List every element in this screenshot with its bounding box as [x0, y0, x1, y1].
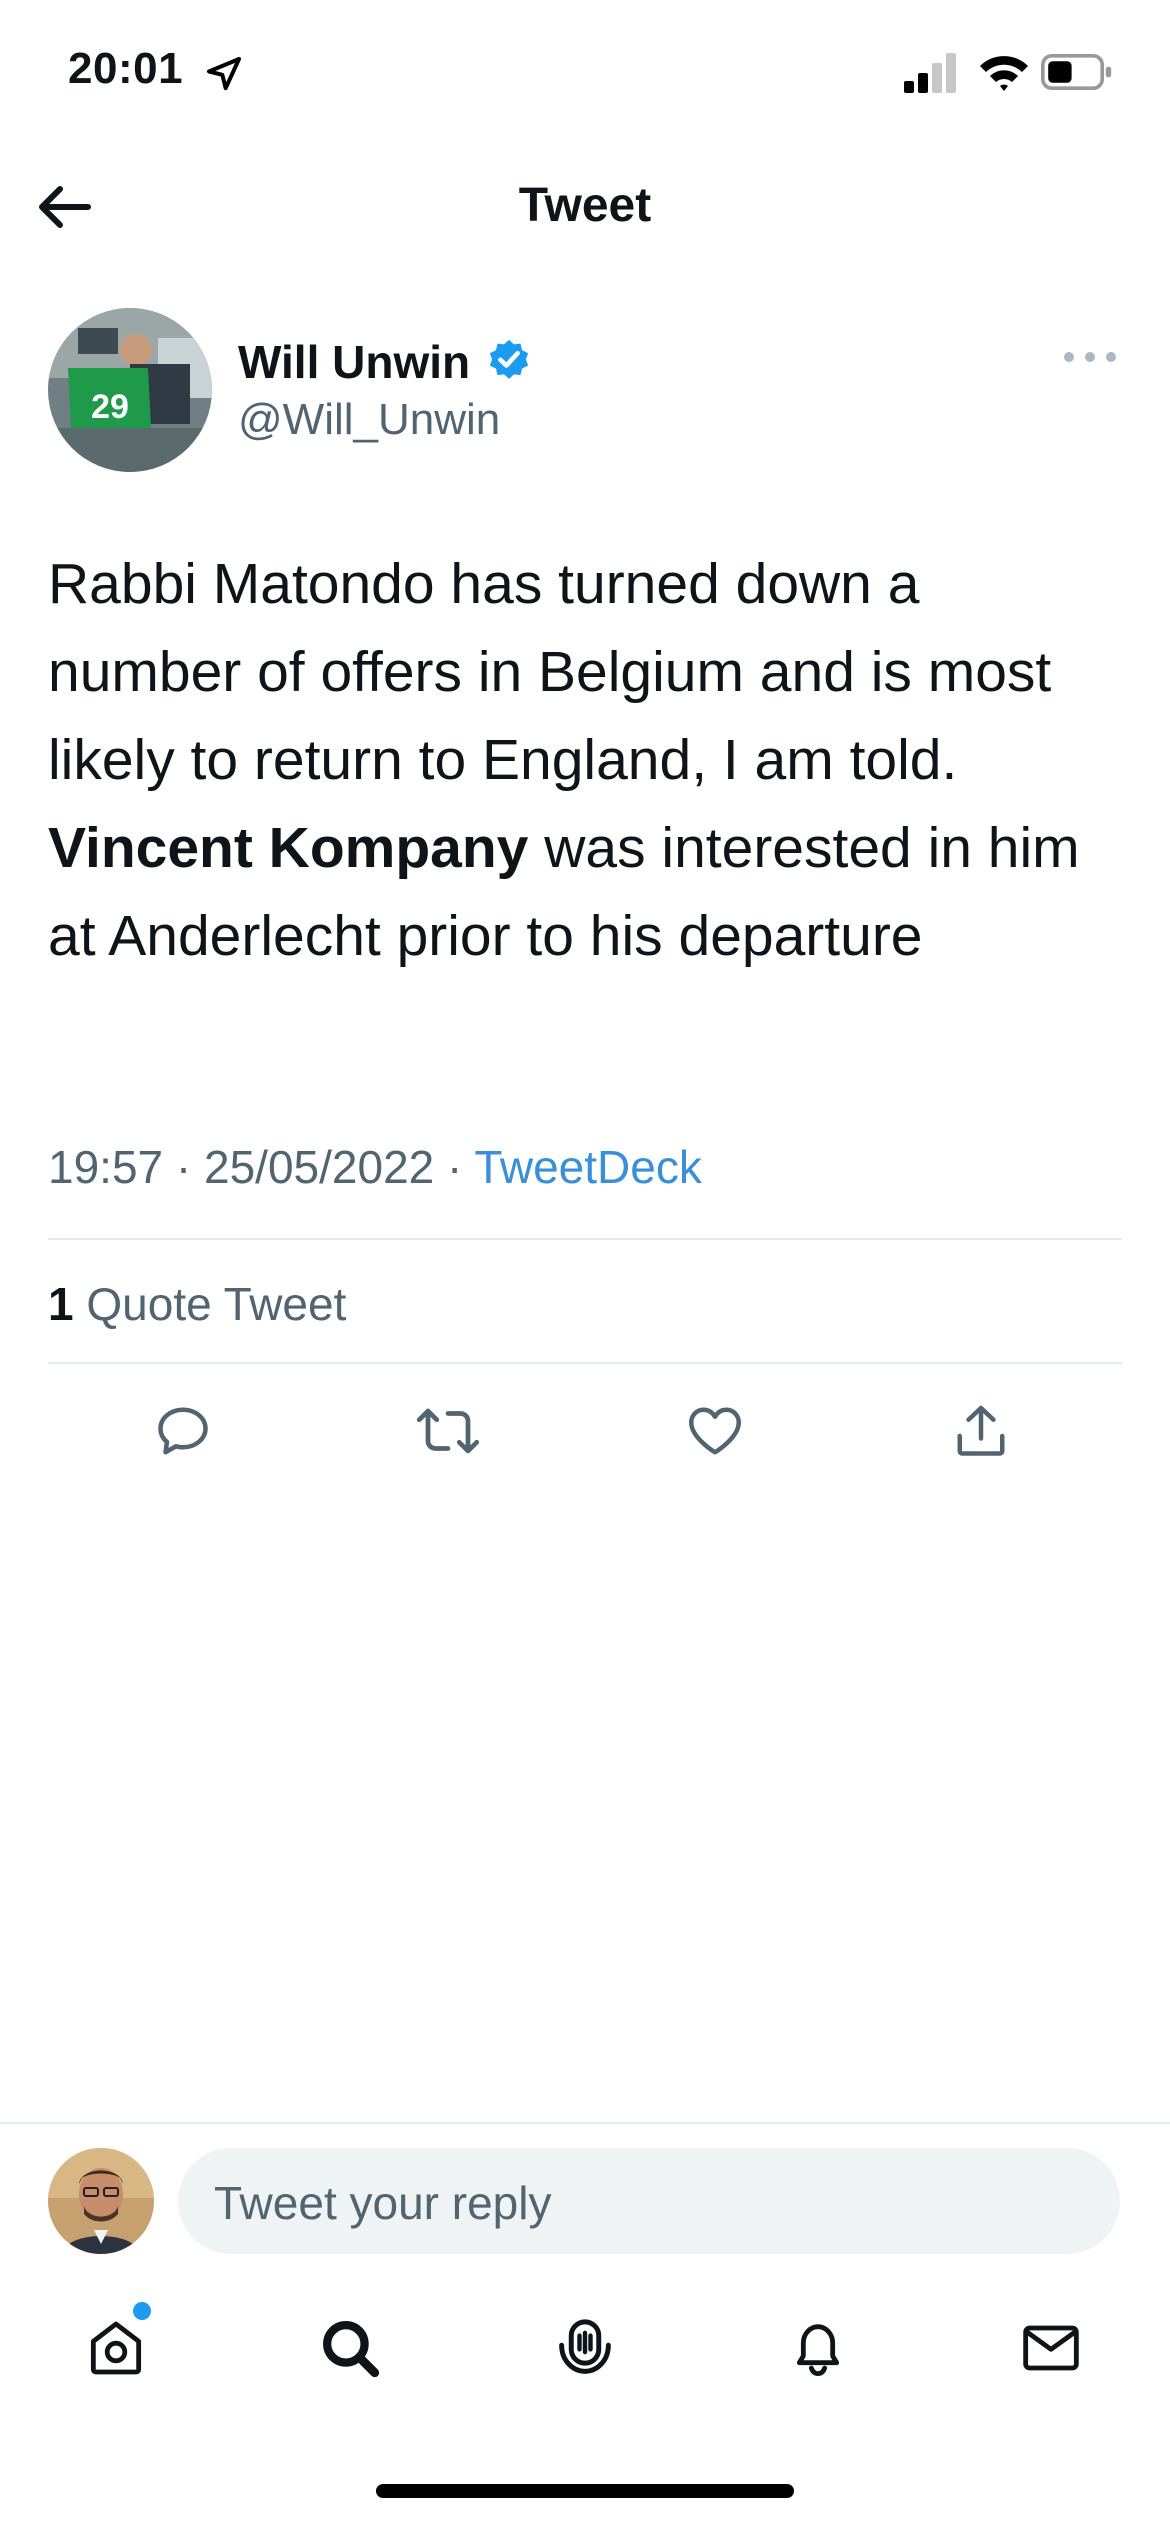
- author-handle[interactable]: @Will_Unwin: [238, 395, 500, 445]
- tweet-date: 25/05/2022: [204, 1141, 435, 1193]
- status-time: 20:01: [68, 44, 184, 93]
- author-avatar[interactable]: 29: [48, 308, 212, 472]
- more-dot-icon: [1106, 352, 1116, 362]
- tab-search[interactable]: [310, 2308, 390, 2388]
- tab-messages[interactable]: [1011, 2308, 1091, 2388]
- messages-icon: [1023, 2325, 1079, 2371]
- home-indicator: [376, 2484, 794, 2498]
- tab-notifications[interactable]: [778, 2308, 858, 2388]
- wifi-icon: [980, 56, 1028, 91]
- like-button[interactable]: [680, 1396, 750, 1466]
- tweet-time: 19:57: [48, 1141, 164, 1193]
- spaces-icon: [559, 2319, 611, 2374]
- tweet-text: Rabbi Matondo has turned down a number o…: [48, 540, 1128, 980]
- page-title: Tweet: [518, 179, 652, 232]
- notifications-icon: [796, 2324, 840, 2377]
- tweet-meta: 19:57 · 25/05/2022 · TweetDeck: [48, 1140, 702, 1194]
- battery-icon: [1041, 54, 1112, 90]
- tab-spaces[interactable]: [545, 2308, 625, 2388]
- tweet-source-link[interactable]: TweetDeck: [474, 1141, 702, 1193]
- quote-count: 1: [48, 1278, 74, 1330]
- search-icon: [323, 2321, 380, 2378]
- like-icon: [689, 1407, 741, 1455]
- author-name[interactable]: Will Unwin: [238, 335, 470, 389]
- author-avatar-image: 29: [48, 308, 212, 472]
- tweet-text-part: Rabbi Matondo has turned down a number o…: [48, 552, 1052, 792]
- share-button[interactable]: [946, 1396, 1016, 1466]
- home-notification-dot: [133, 2302, 151, 2320]
- my-avatar[interactable]: [48, 2148, 154, 2254]
- jersey-number: 29: [91, 388, 129, 426]
- more-options-button[interactable]: [1064, 342, 1116, 372]
- divider: [48, 1238, 1122, 1240]
- tweet-text-bold: Vincent Kompany: [48, 816, 529, 880]
- verified-badge-icon: [489, 339, 529, 379]
- location-arrow-icon: [207, 57, 241, 91]
- quote-label: Quote Tweet: [73, 1278, 347, 1330]
- share-icon: [957, 1405, 1005, 1456]
- cellular-signal-icon: [904, 53, 956, 93]
- reply-input[interactable]: Tweet your reply: [178, 2148, 1120, 2254]
- retweet-button[interactable]: [413, 1396, 483, 1466]
- more-dot-icon: [1085, 352, 1095, 362]
- my-avatar-image: [48, 2148, 154, 2254]
- divider: [0, 2122, 1170, 2124]
- reply-placeholder: Tweet your reply: [214, 2177, 552, 2229]
- meta-separator: ·: [163, 1141, 205, 1193]
- more-dot-icon: [1064, 352, 1074, 362]
- retweet-icon: [416, 1408, 480, 1454]
- reply-button[interactable]: [148, 1396, 218, 1466]
- divider: [48, 1362, 1122, 1364]
- meta-separator: ·: [434, 1141, 475, 1193]
- quote-tweets-link[interactable]: 1 Quote Tweet: [48, 1277, 346, 1331]
- tab-home[interactable]: [76, 2308, 156, 2388]
- home-icon: [90, 2321, 142, 2375]
- reply-icon: [158, 1407, 208, 1455]
